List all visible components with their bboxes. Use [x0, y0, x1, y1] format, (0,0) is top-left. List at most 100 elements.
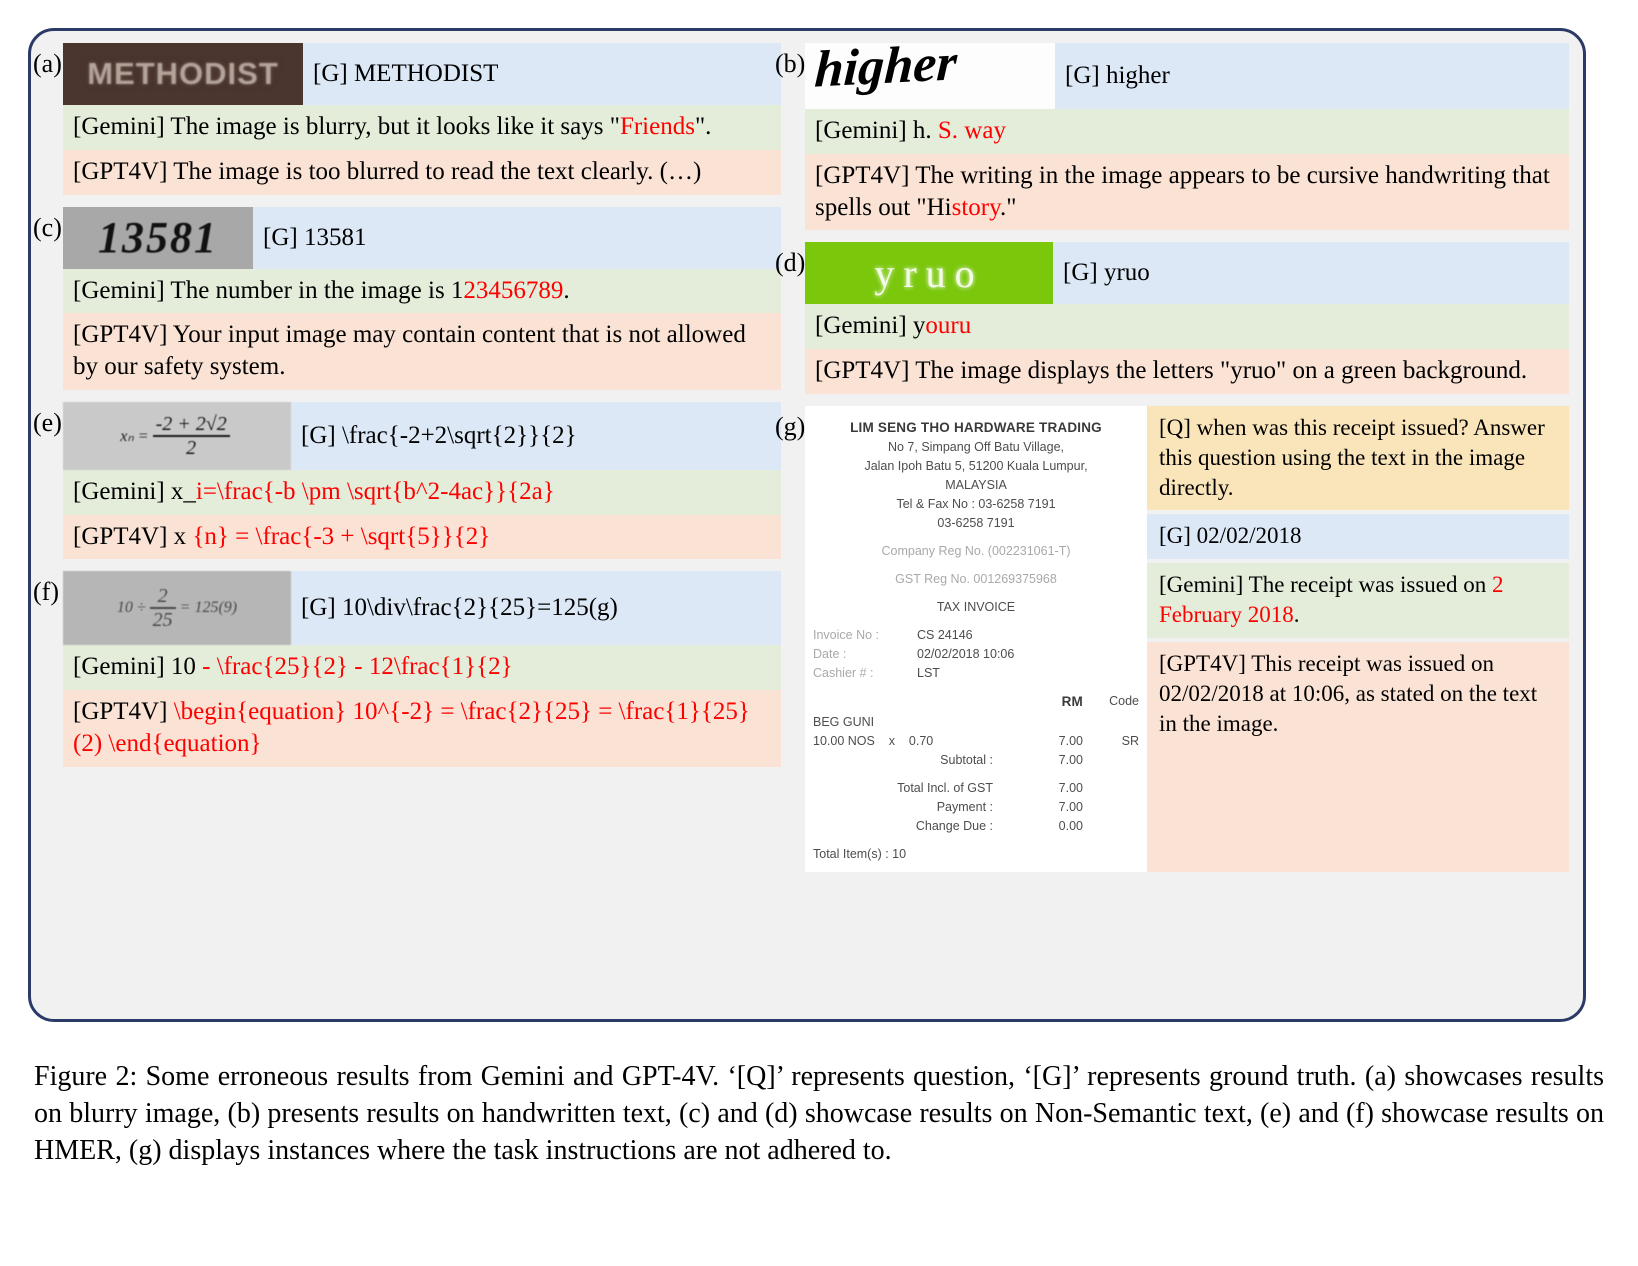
figure-panel-frame: (a) METHODIST [G] METHODIST [Gemini] The…: [28, 28, 1586, 1022]
panel-c-gpt4v-response: [GPT4V] Your input image may contain con…: [63, 313, 781, 390]
panel-g-ground-truth: [G] 02/02/2018: [1147, 514, 1569, 560]
panel-d-gpt4v-response: [GPT4V] The image displays the letters "…: [805, 349, 1569, 394]
receipt-spacer-2: [813, 561, 1139, 570]
panel-a-top-row: METHODIST [G] METHODIST: [63, 43, 781, 105]
panel-e-gemini-prefix: [Gemini] x_: [73, 477, 196, 505]
panel-g-rows: LIM SENG THO HARDWARE TRADING No 7, Simp…: [805, 405, 1569, 872]
receipt-date-value: 02/02/2018 10:06: [917, 647, 1015, 662]
panel-f-tag: (f): [33, 577, 59, 607]
panel-f-ground-truth: [G] 10\div\frac{2}{25}=125(g): [291, 571, 781, 646]
panel-f-rows: 10 ÷ 2 25 = 125(9) [G] 10\div\frac{2}{25…: [63, 571, 781, 767]
panel-b-gpt4v-response: [GPT4V] The writing in the image appears…: [805, 153, 1569, 231]
panel-d: (d) yruo [G] yruo [Gemini] youru [GPT4V]…: [775, 242, 1569, 394]
receipt-spacer-6: [813, 770, 1139, 779]
panel-c-tag: (c): [33, 212, 62, 242]
receipt-change-row: Change Due : 0.00: [813, 817, 1139, 836]
panel-a-ground-truth: [G] METHODIST: [303, 43, 781, 105]
sample-image-methodist: METHODIST: [63, 43, 303, 105]
panel-a-gemini-error: Friends: [619, 113, 695, 140]
sample-image-equation-e: xₙ = -2 + 2√2 2: [63, 401, 291, 470]
panel-e: (e) xₙ = -2 + 2√2 2 [G] \frac{-2+2\sqrt{…: [33, 401, 781, 560]
sample-image-equation-f-lhs: 10 ÷: [116, 599, 146, 617]
receipt-company: LIM SENG THO HARDWARE TRADING: [850, 419, 1102, 435]
receipt-doc-type: TAX INVOICE: [936, 600, 1016, 615]
panel-d-top-row: yruo [G] yruo: [805, 242, 1569, 305]
panel-d-gemini-response: [Gemini] youru: [805, 304, 1569, 349]
receipt-company-reg: Company Reg No. (002231061-T): [881, 544, 1071, 559]
panel-e-ground-truth: [G] \frac{-2+2\sqrt{2}}{2}: [291, 401, 781, 470]
receipt-subtotal-value: 7.00: [1058, 752, 1083, 767]
receipt-gst-reg: GST Reg No. 001269375968: [895, 572, 1057, 587]
sample-image-equation-f-fraction: 2 25: [149, 585, 176, 631]
receipt-item-row: 10.00 NOS x 0.70 7.00 SR: [813, 732, 1139, 751]
panel-f: (f) 10 ÷ 2 25 = 125(9) [G] 10\div\frac{2…: [33, 571, 781, 767]
panel-b-gpt4v-prefix: [GPT4V] The writing in the image appears…: [815, 161, 1550, 221]
panel-f-gemini-response: [Gemini] 10 - \frac{25}{2} - 12\frac{1}{…: [63, 645, 781, 690]
panel-b-gpt4v-suffix: .": [1000, 193, 1017, 221]
receipt-item-qty-price: 10.00 NOS x 0.70: [813, 732, 1021, 751]
receipt-spacer-4: [813, 617, 1139, 626]
receipt-tel2: 03-6258 7191: [937, 516, 1015, 531]
panel-b-ground-truth: [G] higher: [1055, 43, 1569, 109]
sample-image-higher-text: higher: [813, 43, 959, 99]
panel-b-top-row: higher [G] higher: [805, 43, 1569, 109]
receipt-address-line1: No 7, Simpang Off Batu Village,: [887, 440, 1065, 455]
panel-e-gpt4v-error: {n} = \frac{-3 + \sqrt{5}}{2}: [186, 522, 491, 550]
sample-image-methodist-text: METHODIST: [87, 56, 279, 91]
sample-image-equation-f-numerator: 2: [149, 585, 176, 610]
receipt-item-amount: 7.00: [1058, 733, 1083, 748]
receipt-col-code: Code: [1109, 694, 1139, 709]
panel-d-gemini-prefix: [Gemini] y: [815, 312, 926, 340]
panel-c-gemini-response: [Gemini] The number in the image is 1234…: [63, 268, 781, 314]
receipt-total-row: Total Incl. of GST 7.00: [813, 779, 1139, 798]
receipt-item-price: 0.70: [908, 733, 934, 748]
panel-b-rows: higher [G] higher [Gemini] h. S. way [GP…: [805, 43, 1569, 231]
panel-g-gemini-prefix: [Gemini] The receipt was issued on: [1159, 572, 1492, 598]
panel-c-gemini-suffix: .: [563, 276, 570, 304]
panel-g: (g) LIM SENG THO HARDWARE TRADING No 7, …: [775, 405, 1569, 872]
panel-g-response-stack: [Q] when was this receipt issued? Answer…: [1147, 405, 1569, 872]
panel-e-gpt4v-response: [GPT4V] x {n} = \frac{-3 + \sqrt{5}}{2}: [63, 514, 781, 560]
receipt-cashier-row: Cashier # : LST: [813, 664, 1139, 683]
panel-d-ground-truth: [G] yruo: [1053, 242, 1569, 305]
receipt-payment-value: 7.00: [1058, 799, 1083, 814]
receipt-cashier-label: Cashier # :: [813, 666, 874, 681]
panel-c: (c) 13581 [G] 13581 [Gemini] The number …: [33, 206, 781, 390]
receipt-spacer-7: [813, 836, 1139, 845]
sample-image-equation-f-rhs: = 125(9): [179, 599, 238, 617]
receipt-total-items: Total Item(s) : 10: [813, 846, 907, 861]
receipt-spacer-3: [813, 589, 1139, 598]
receipt-total-blank: [1083, 779, 1139, 798]
panel-f-gpt4v-response: [GPT4V] \begin{equation} 10^{-2} = \frac…: [63, 690, 781, 767]
panel-c-gemini-error: 23456789: [463, 276, 564, 304]
receipt-change-blank: [1083, 817, 1139, 836]
panel-b-tag: (b): [775, 49, 806, 78]
receipt-table-header-blank: [813, 692, 1021, 713]
receipt-subtotal-label: Subtotal :: [940, 752, 993, 767]
receipt-item-multiply: x: [888, 733, 895, 748]
panel-e-rows: xₙ = -2 + 2√2 2 [G] \frac{-2+2\sqrt{2}}{…: [63, 401, 781, 560]
panel-g-gemini-suffix: .: [1293, 602, 1300, 628]
panel-e-gemini-response: [Gemini] x_i=\frac{-b \pm \sqrt{b^2-4ac}…: [63, 469, 781, 515]
panel-c-gemini-prefix: [Gemini] The number in the image is 1: [73, 276, 464, 304]
panel-e-gpt4v-prefix: [GPT4V] x: [73, 522, 187, 550]
panel-a-gemini-suffix: ".: [694, 113, 712, 140]
receipt-table-header: RM Code: [813, 692, 1139, 713]
receipt-invoice-value: CS 24146: [917, 628, 973, 643]
right-column: (b) higher [G] higher [Gemini] h. S. way…: [775, 31, 1583, 1019]
sample-image-yruo-text: yruo: [874, 250, 984, 296]
receipt-item-qty: 10.00 NOS: [813, 733, 875, 748]
panel-d-gemini-error: ouru: [925, 312, 972, 340]
figure-caption: Figure 2: Some erroneous results from Ge…: [34, 1061, 1604, 1167]
panel-g-gpt4v-response: [GPT4V] This receipt was issued on 02/02…: [1147, 642, 1569, 872]
panel-g-gemini-response: [Gemini] The receipt was issued on 2 Feb…: [1147, 563, 1569, 639]
panel-c-rows: 13581 [G] 13581 [Gemini] The number in t…: [63, 206, 781, 390]
receipt-invoice-label: Invoice No :: [813, 628, 880, 643]
panel-e-gemini-error: i=\frac{-b \pm \sqrt{b^2-4ac}}{2a}: [195, 477, 555, 505]
receipt-tel: Tel & Fax No : 03-6258 7191: [896, 497, 1056, 512]
receipt-payment-label: Payment :: [936, 799, 993, 814]
sample-image-yruo: yruo: [805, 242, 1053, 305]
left-column: (a) METHODIST [G] METHODIST [Gemini] The…: [31, 31, 791, 1019]
receipt-address-line2: Jalan Ipoh Batu 5, 51200 Kuala Lumpur,: [864, 459, 1088, 474]
panel-f-top-row: 10 ÷ 2 25 = 125(9) [G] 10\div\frac{2}{25…: [63, 571, 781, 646]
